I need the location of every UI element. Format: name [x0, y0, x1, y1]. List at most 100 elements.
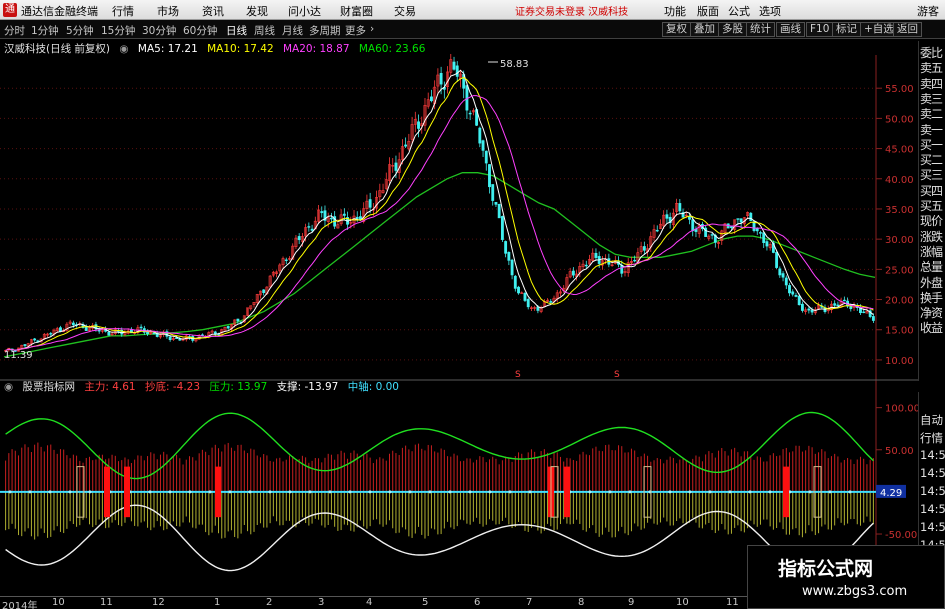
chart-canvas[interactable]: 55.00 50.00 45.00 40.00 35.00 30.00 25.00 20.00… — [0, 0, 918, 596]
candle-body — [797, 295, 801, 306]
candle-body — [368, 199, 372, 208]
pressure-line — [5, 411, 874, 480]
zero-axis-dot — [448, 490, 452, 494]
candle-body — [739, 218, 743, 223]
candle-body — [330, 217, 333, 220]
candle-body — [500, 216, 504, 240]
date-axis-label: 2 — [266, 597, 273, 608]
candle-body — [752, 221, 756, 231]
tick-time: 14:50 — [920, 484, 945, 498]
date-axis-label: 10 — [676, 597, 689, 608]
candle-body — [139, 326, 143, 329]
zero-axis-dot — [148, 490, 152, 494]
zero-axis-dot — [388, 490, 392, 494]
zero-axis-dot — [668, 490, 672, 494]
candle-body — [71, 322, 75, 326]
candle-body — [836, 304, 840, 307]
candle-body — [310, 228, 314, 231]
candle-body — [633, 259, 637, 262]
s-mark-1: S — [515, 370, 521, 380]
price-tick-label: 30.00 — [885, 235, 914, 246]
candle-body — [488, 164, 491, 188]
candle-body — [759, 232, 762, 234]
zero-axis-dot — [488, 490, 492, 494]
candle-body — [842, 299, 846, 302]
candle-body — [513, 275, 517, 289]
zero-axis-dot — [628, 490, 632, 494]
date-axis-label: 9 — [628, 597, 635, 608]
candle-body — [355, 216, 359, 219]
zero-axis-dot — [848, 490, 852, 494]
price-tick-label: 35.00 — [885, 205, 914, 216]
zero-axis-dot — [48, 490, 52, 494]
quote-field-label: 收益 — [920, 321, 943, 336]
zero-axis-dot — [248, 490, 252, 494]
candle-body — [452, 61, 456, 70]
candle-body — [871, 316, 875, 321]
zero-axis-dot — [268, 490, 272, 494]
date-axis-label: 7 — [526, 597, 533, 608]
auto-quote-label[interactable]: 自动 — [920, 412, 943, 428]
zero-axis-dot — [188, 490, 192, 494]
sub-chart-axis: 100.00 50.00 -50.00 4.29 — [876, 404, 918, 541]
zero-axis-dot — [208, 490, 212, 494]
sub-settings-icon[interactable]: ◉ — [4, 381, 13, 393]
candle-body — [307, 226, 311, 228]
candle-body — [781, 273, 785, 278]
zero-axis-dot — [688, 490, 692, 494]
date-axis-label: 6 — [474, 597, 481, 608]
candle-body — [655, 229, 659, 232]
price-tick-label: 45.00 — [885, 145, 914, 156]
sub-chart-name: 股票指标网 — [22, 381, 76, 393]
auto-quote-label[interactable]: 行情 — [920, 430, 943, 446]
zero-axis-dot — [28, 490, 32, 494]
s-mark-2: S — [614, 370, 620, 380]
candle-body — [549, 301, 553, 303]
signal-bar — [124, 466, 130, 518]
candle-body — [59, 327, 62, 332]
candle-body — [226, 326, 230, 329]
zero-axis-dot — [608, 490, 612, 494]
candle-body — [833, 303, 837, 306]
zero-axis-dot — [728, 490, 732, 494]
candle-body — [394, 162, 398, 171]
candle-body — [262, 289, 266, 293]
yali-label: 压力: 13.97 — [209, 381, 268, 393]
candle-body — [510, 259, 514, 276]
price-tick-label: 55.00 — [885, 84, 914, 95]
support-line — [5, 504, 874, 573]
signal-bar — [783, 466, 789, 518]
candle-body — [342, 213, 346, 216]
date-axis-label: 11 — [726, 597, 739, 608]
zero-axis-dot — [528, 490, 532, 494]
candle-body — [481, 140, 485, 151]
sub-chart-infoline: ◉ 股票指标网 主力: 4.61 抄底: -4.23 压力: 13.97 支撑:… — [0, 379, 405, 393]
candle-body — [49, 333, 53, 335]
candle-body — [468, 112, 472, 115]
candle-body — [491, 184, 495, 201]
date-axis-label: 11 — [100, 597, 113, 608]
zero-axis-dot — [588, 490, 592, 494]
zero-axis-dot — [288, 490, 292, 494]
candle-body — [736, 218, 740, 220]
zero-axis-dot — [168, 490, 172, 494]
sub-chart — [0, 411, 876, 573]
date-axis-label: 4 — [366, 597, 373, 608]
guest-label[interactable]: 游客 — [917, 3, 939, 19]
price-tick-label: 15.00 — [885, 326, 914, 337]
candle-body — [678, 203, 682, 212]
candle-body — [236, 318, 240, 322]
date-axis-label: 2014年 — [2, 601, 38, 609]
low-price-label: 11.39 — [4, 350, 33, 361]
candle-body — [691, 219, 695, 231]
candle-body — [788, 285, 791, 294]
signal-bar — [564, 466, 570, 518]
zero-axis-dot — [708, 490, 712, 494]
tick-time: 14:50 — [920, 520, 945, 534]
date-axis-label: 10 — [52, 597, 65, 608]
candle-body — [778, 268, 782, 276]
chaodi-label: 抄底: -4.23 — [144, 381, 201, 393]
zero-axis-dot — [8, 490, 12, 494]
candle-body — [484, 150, 488, 164]
candle-body — [794, 295, 798, 297]
